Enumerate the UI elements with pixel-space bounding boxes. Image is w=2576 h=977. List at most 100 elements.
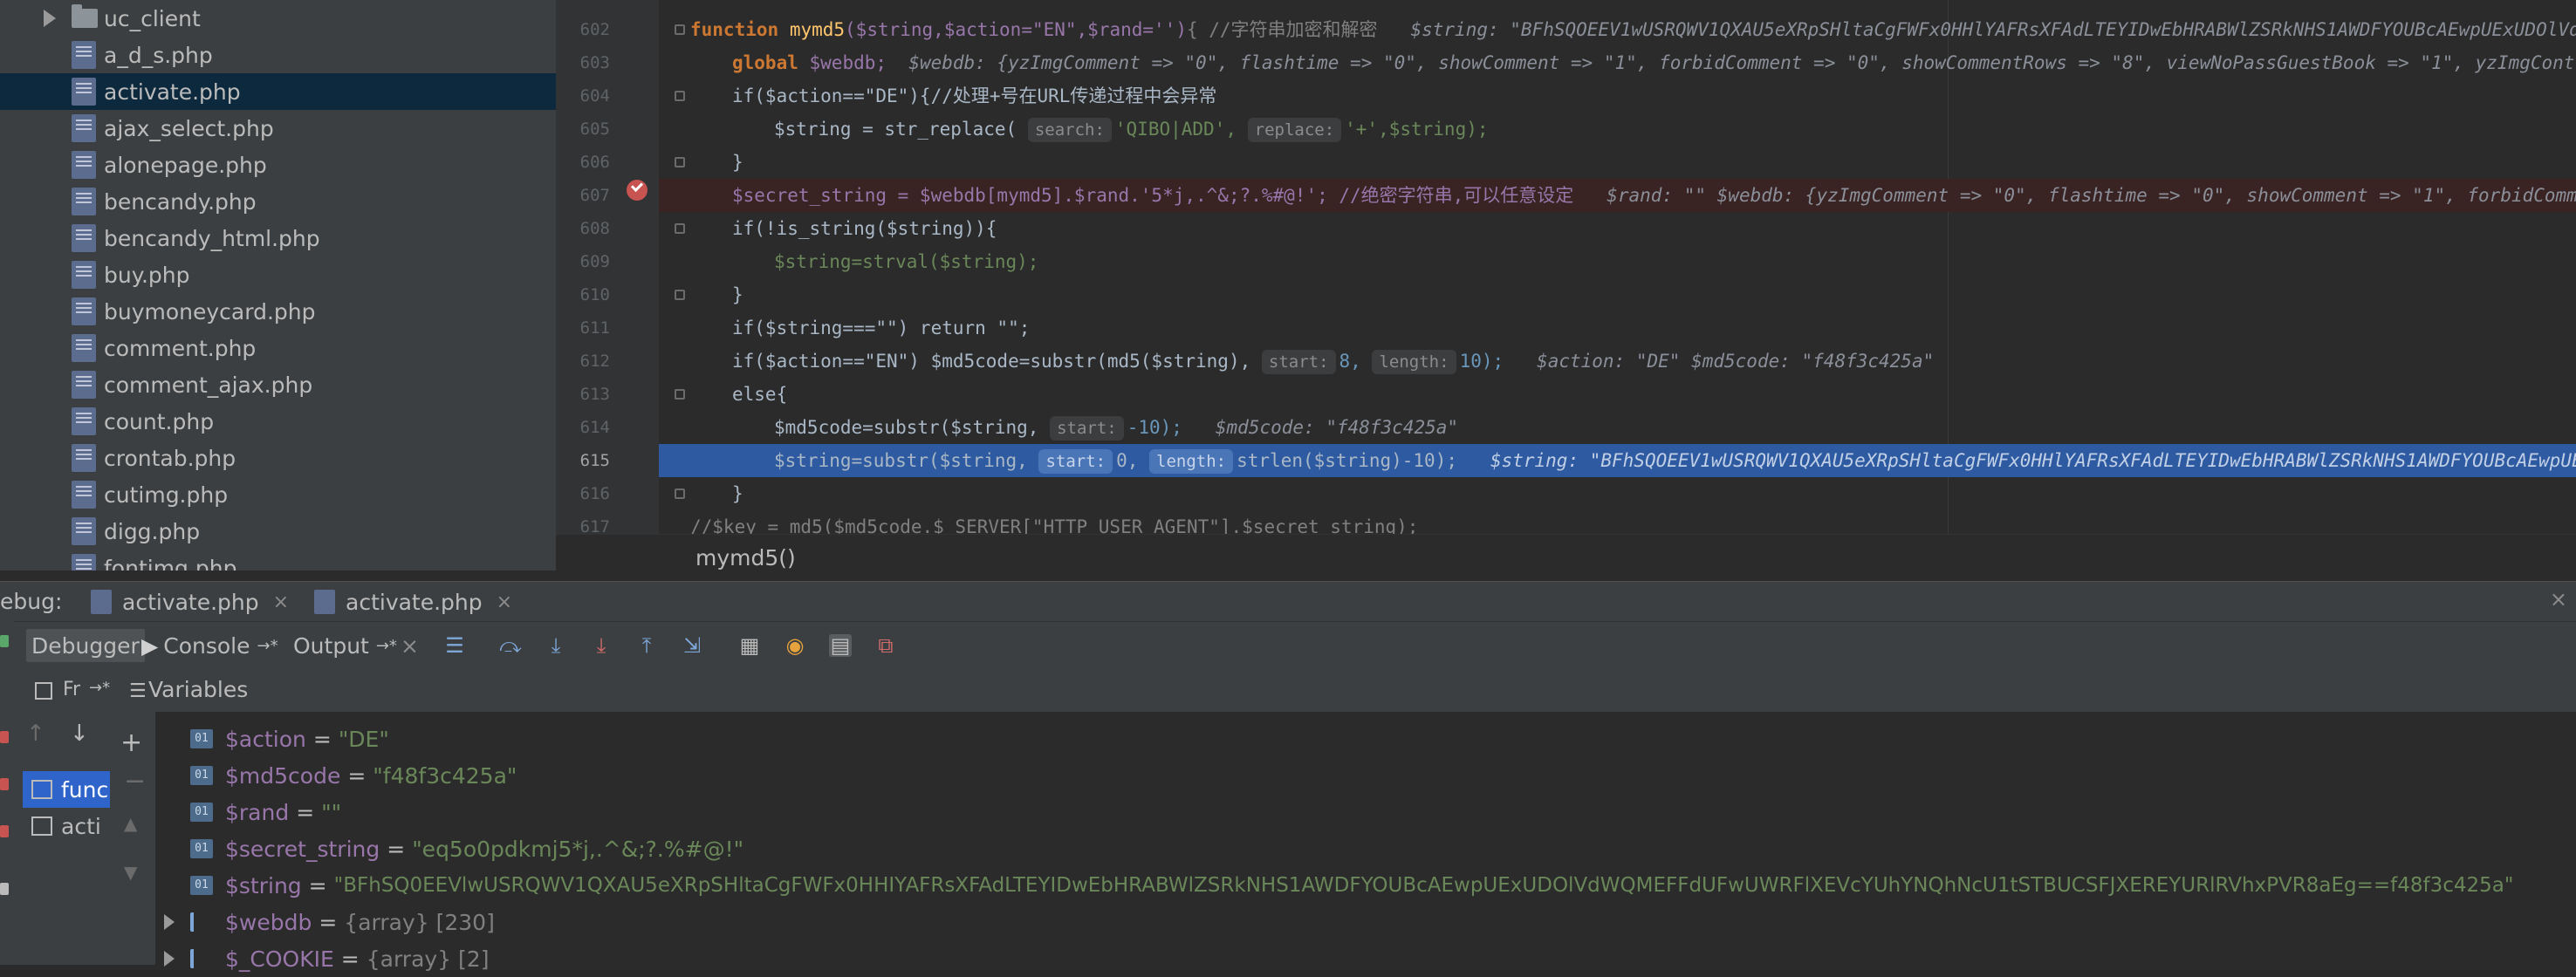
variable-row-array[interactable]: arr $_COOKIE={array} [2] <box>134 940 2576 977</box>
tree-file[interactable]: comment.php <box>0 330 556 366</box>
menu-lines-icon[interactable]: ☰ <box>443 634 466 657</box>
line-number: 614 <box>579 418 610 437</box>
run-to-cursor-icon[interactable]: ⇲ <box>681 634 703 657</box>
expand-arrow-icon[interactable] <box>44 10 56 27</box>
tab-debugger[interactable]: Debugger <box>26 629 145 662</box>
breakpoint-icon[interactable] <box>627 180 647 201</box>
php-file-icon <box>72 371 96 399</box>
tree-file-selected[interactable]: activate.php <box>0 73 556 110</box>
arrow-up-icon[interactable]: ↑ <box>26 721 45 747</box>
breadcrumb-function[interactable]: mymd5() <box>695 545 796 570</box>
tree-file[interactable]: buymoneycard.php <box>0 293 556 330</box>
php-file-icon <box>72 481 96 509</box>
watch-icon[interactable]: ◉ <box>784 634 806 657</box>
primitive-value-icon: 01 <box>190 803 213 822</box>
mute-breakpoints-icon[interactable] <box>0 825 9 837</box>
tree-file[interactable]: count.php <box>0 403 556 440</box>
parameter-hint: replace: <box>1247 118 1342 142</box>
code-line[interactable]: } <box>659 477 2576 510</box>
tree-file[interactable]: digg.php <box>0 513 556 550</box>
code-line[interactable]: $md5code=substr($string, start: -10); $md… <box>659 411 2576 444</box>
parameter-hint: start: <box>1038 449 1113 474</box>
parameter-hint: search: <box>1027 118 1112 142</box>
variable-row[interactable]: 01 $rand = "" <box>134 794 2576 830</box>
close-icon[interactable]: × <box>2550 587 2567 611</box>
tree-file[interactable]: crontab.php <box>0 440 556 476</box>
code-line[interactable]: if($string==="") return ""; <box>659 311 2576 345</box>
code-line[interactable]: if(!is_string($string)){ <box>659 212 2576 245</box>
fold-marker-icon[interactable] <box>675 24 685 35</box>
code-line[interactable]: $string = str_replace( search: 'QIBO|ADD'… <box>659 113 2576 146</box>
variable-row[interactable]: 01 $string = "BFhSQ0EEVlwUSRQWV1QXAU5eXRpS… <box>134 867 2576 904</box>
variable-row[interactable]: 01 $md5code = "f48f3c425a" <box>134 757 2576 794</box>
close-icon[interactable]: × <box>273 591 289 613</box>
project-tree: uc_client a_d_s.php activate.php ajax_se… <box>0 0 556 570</box>
primitive-value-icon: 01 <box>190 876 213 895</box>
code-line[interactable]: } <box>659 278 2576 311</box>
tree-file[interactable]: bencandy.php <box>0 183 556 220</box>
step-out-icon[interactable]: ⤒ <box>635 634 658 657</box>
variable-row[interactable]: 01 $secret_string = "eq5o0pdkmj5*j,.^&;?.%… <box>134 830 2576 867</box>
code-line[interactable]: if($action=="EN") $md5code=substr(md5($s… <box>659 345 2576 378</box>
tree-file[interactable]: comment_ajax.php <box>0 366 556 403</box>
step-into-icon[interactable]: ⤓ <box>545 634 567 657</box>
variables-list-icon: ☰ <box>129 680 147 702</box>
close-icon[interactable]: × <box>497 591 512 613</box>
inline-debug-value: $string: "BFhSQOEEV1wUSRQWV1QXAU5eXRpSHl… <box>1490 450 2576 471</box>
code-line[interactable]: function mymd5($string,$action="EN",$ran… <box>659 13 2576 46</box>
line-number: 611 <box>579 318 610 338</box>
close-icon[interactable]: × <box>401 633 419 659</box>
resume-icon[interactable] <box>0 635 9 647</box>
code-line-breakpoint[interactable]: $secret_string = $webdb[mymd5].$rand.'5*… <box>659 179 2576 212</box>
fold-marker-icon[interactable] <box>675 290 685 300</box>
code-line[interactable]: if($action=="DE"){//处理+号在URL传递过程中会异常 <box>659 79 2576 113</box>
php-file-icon <box>314 590 335 614</box>
parameter-hint: length: <box>1149 449 1234 474</box>
evaluate-expression-icon[interactable]: ▦ <box>738 634 761 657</box>
fold-marker-icon[interactable] <box>675 223 685 234</box>
tree-file[interactable]: fontimg.php <box>0 550 556 570</box>
tab-console[interactable]: ▶ Console →* <box>141 629 278 662</box>
step-over-icon[interactable]: ⤼ <box>499 634 522 657</box>
fold-marker-icon[interactable] <box>675 488 685 499</box>
tree-file[interactable]: bencandy_html.php <box>0 220 556 256</box>
fold-marker-icon[interactable] <box>675 91 685 101</box>
fold-marker-icon[interactable] <box>675 389 685 400</box>
expand-arrow-icon[interactable] <box>164 951 175 967</box>
pin-arrow-icon[interactable]: →* <box>376 637 397 655</box>
tree-file[interactable]: cutimg.php <box>0 476 556 513</box>
expand-arrow-icon[interactable] <box>164 914 175 930</box>
settings-icon[interactable] <box>0 883 9 895</box>
debug-session-tab[interactable]: activate.php × <box>314 582 512 622</box>
php-file-icon <box>72 334 96 362</box>
tab-output[interactable]: Output →* × <box>293 629 419 662</box>
fold-marker-icon[interactable] <box>675 157 685 167</box>
show-values-inline-icon[interactable]: ▤ <box>829 634 852 657</box>
php-file-icon <box>72 297 96 325</box>
variable-row[interactable]: 01 $action = "DE" <box>134 721 2576 757</box>
primitive-value-icon: 01 <box>190 839 213 858</box>
tree-file[interactable]: buy.php <box>0 256 556 293</box>
tree-file[interactable]: ajax_select.php <box>0 110 556 147</box>
code-line[interactable]: } <box>659 146 2576 179</box>
force-step-into-icon[interactable]: ⤓ <box>590 634 613 657</box>
restore-layout-icon[interactable]: ⧉ <box>874 634 897 657</box>
code-line[interactable]: $string=strval($string); <box>659 245 2576 278</box>
editor-breadcrumb[interactable]: mymd5() <box>556 534 2576 582</box>
view-breakpoints-icon[interactable] <box>0 778 9 790</box>
stop-icon[interactable] <box>0 731 9 743</box>
tree-folder-uc-client[interactable]: uc_client <box>0 0 556 37</box>
tree-file[interactable]: a_d_s.php <box>0 37 556 73</box>
variable-row-array[interactable]: arr $webdb={array} [230] <box>134 904 2576 940</box>
pin-arrow-icon[interactable]: →* <box>257 637 277 655</box>
arrow-down-icon[interactable]: ↓ <box>70 721 89 747</box>
pin-arrow-icon[interactable]: →* <box>89 679 110 697</box>
php-file-icon <box>72 114 96 142</box>
code-line-execution-point[interactable]: $string=substr($string, start: 0, length:… <box>659 444 2576 477</box>
code-line[interactable]: else{ <box>659 378 2576 411</box>
tree-file[interactable]: alonepage.php <box>0 147 556 183</box>
debug-session-tab[interactable]: activate.php × <box>91 582 289 622</box>
code-line[interactable]: global $webdb; $webdb: {yzImgComment => … <box>659 46 2576 79</box>
variables-header: ☰ Variables <box>129 668 2576 713</box>
frame-icon <box>31 816 52 836</box>
